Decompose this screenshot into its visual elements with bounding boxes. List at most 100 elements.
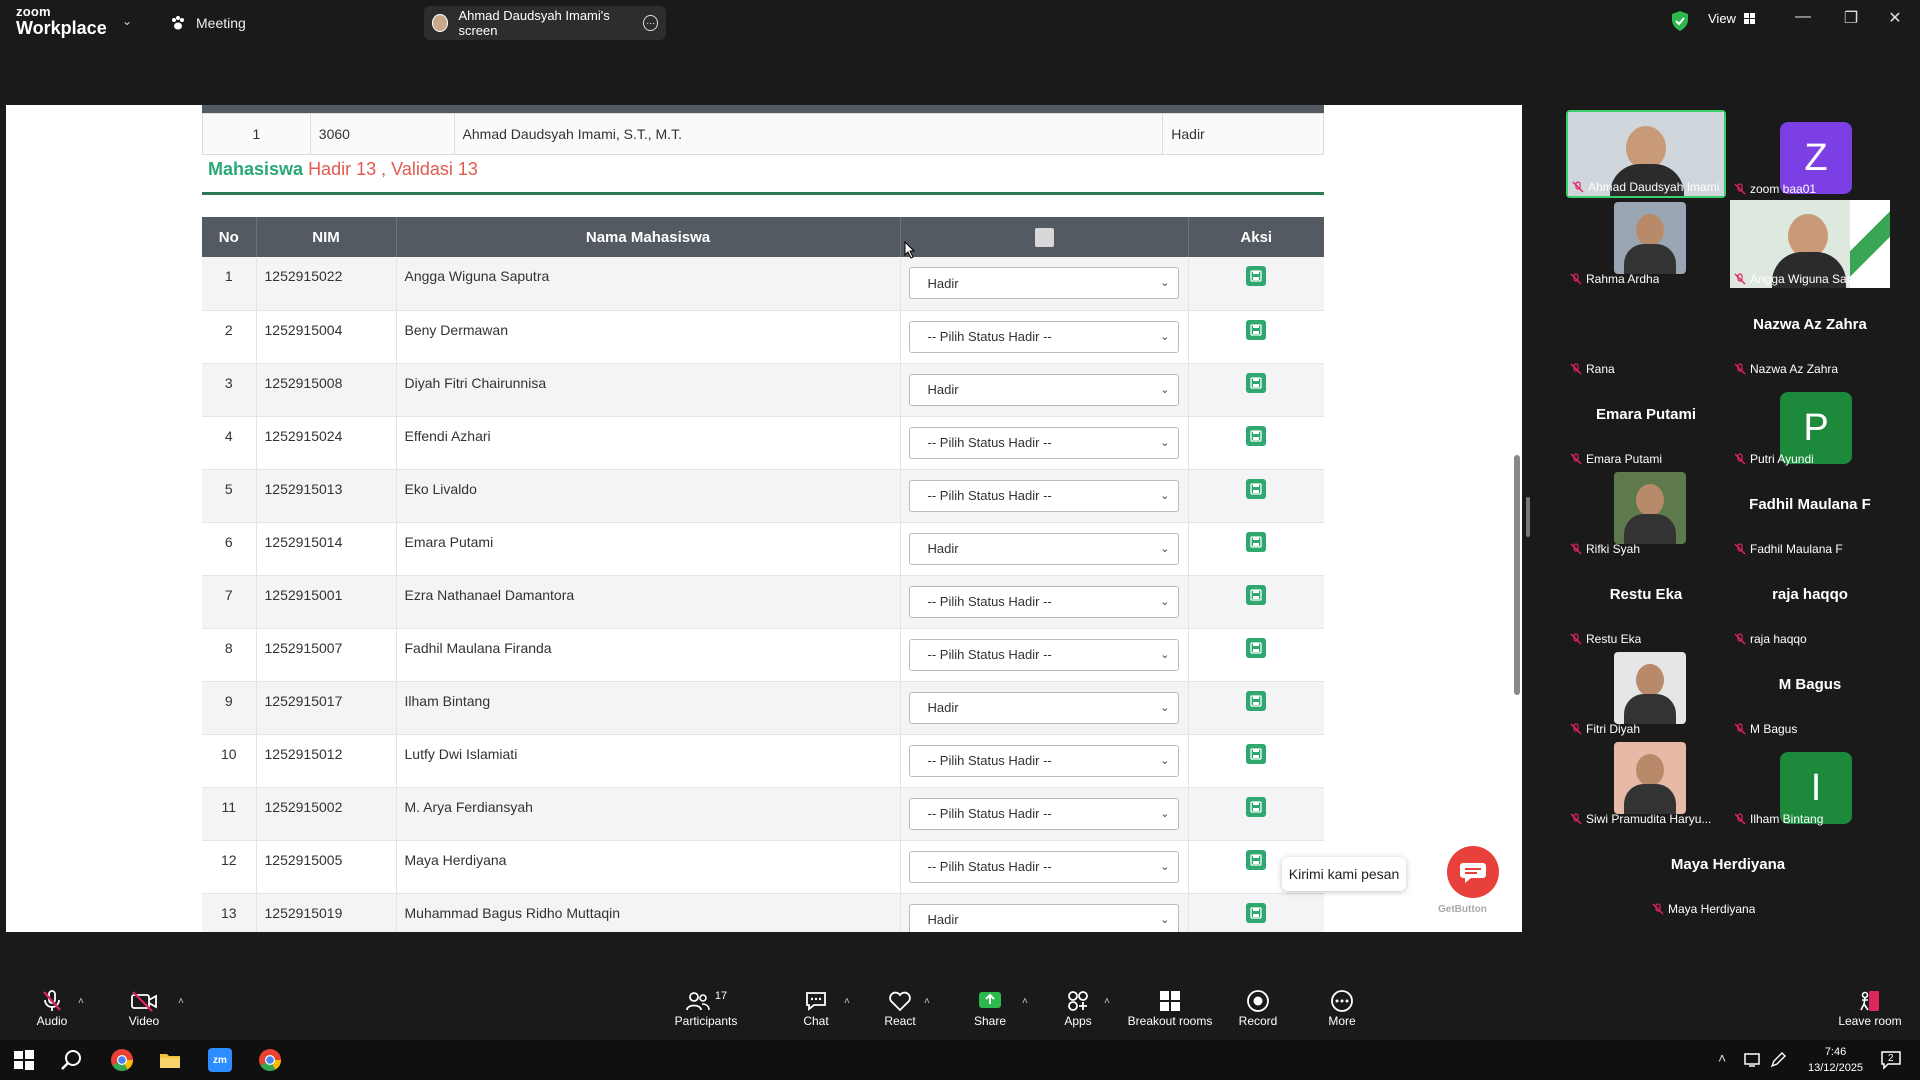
participant-tile[interactable]: Fitri Diyah — [1566, 650, 1726, 738]
react-options-chevron-icon[interactable]: ˄ — [924, 996, 930, 1007]
save-button[interactable] — [1246, 531, 1267, 552]
participant-tile[interactable]: raja haqqo raja haqqo — [1730, 560, 1890, 648]
participant-tile[interactable]: Siwi Pramudita Haryu... — [1566, 740, 1726, 828]
participant-tile[interactable]: Restu Eka Restu Eka — [1566, 560, 1726, 648]
zoom-workplace-logo[interactable]: zoom Workplace — [16, 5, 107, 37]
chat-options-chevron-icon[interactable]: ˄ — [844, 996, 850, 1007]
save-button[interactable] — [1246, 796, 1267, 817]
status-select[interactable]: -- Pilih Status Hadir -- ⌄ — [908, 426, 1179, 459]
split-resize-handle[interactable] — [1526, 497, 1530, 537]
status-select[interactable]: -- Pilih Status Hadir -- ⌄ — [908, 744, 1179, 777]
save-button[interactable] — [1246, 478, 1267, 499]
notification-center[interactable]: 2 — [1880, 1050, 1902, 1070]
system-clock[interactable]: 7:46 13/12/2025 — [1808, 1044, 1863, 1076]
react-button[interactable]: React — [860, 988, 940, 1028]
save-button[interactable] — [1246, 743, 1267, 764]
search-icon[interactable] — [60, 1048, 84, 1072]
save-button[interactable] — [1246, 372, 1267, 393]
mic-off-icon — [1734, 723, 1746, 735]
participant-tile[interactable]: Rifki Syah — [1566, 470, 1726, 558]
save-button[interactable] — [1246, 319, 1267, 340]
shield-icon[interactable] — [1670, 10, 1690, 32]
participant-tile[interactable]: P Putri Ayundi — [1730, 380, 1890, 468]
chrome-icon[interactable] — [110, 1048, 134, 1072]
view-button[interactable]: View — [1708, 11, 1755, 26]
restore-icon[interactable]: ❐ — [1836, 8, 1866, 28]
status-select[interactable]: Hadir ⌄ — [908, 903, 1179, 932]
minimize-icon[interactable]: — — [1788, 8, 1818, 26]
file-explorer-icon[interactable] — [158, 1048, 182, 1072]
row-no: 13 — [202, 893, 257, 932]
shared-scrollbar[interactable] — [1514, 455, 1520, 695]
video-button[interactable]: Video — [104, 988, 184, 1028]
apps-options-chevron-icon[interactable]: ˄ — [1104, 996, 1110, 1007]
participant-tile[interactable]: Angga Wiguna Saputra — [1730, 200, 1890, 288]
status-select[interactable]: Hadir ⌄ — [908, 691, 1179, 724]
record-button[interactable]: Record — [1218, 988, 1298, 1028]
status-select[interactable]: -- Pilih Status Hadir -- ⌄ — [908, 585, 1179, 618]
participant-tile[interactable]: Ahmad Daudsyah Imami — [1566, 110, 1726, 198]
row-action-cell — [1188, 257, 1324, 311]
network-icon[interactable] — [1744, 1052, 1762, 1068]
participant-tile[interactable]: Emara Putami Emara Putami — [1566, 380, 1726, 468]
more-options-icon[interactable]: ··· — [643, 15, 658, 31]
chrome-icon[interactable] — [258, 1048, 282, 1072]
tab-meeting[interactable]: Meeting — [170, 0, 246, 45]
participants-button[interactable]: 17 Participants — [666, 988, 746, 1028]
leave-room-button[interactable]: Leave room — [1830, 988, 1910, 1028]
save-icon — [1250, 429, 1262, 442]
save-button[interactable] — [1246, 584, 1267, 605]
save-button[interactable] — [1246, 902, 1267, 923]
tray-chevron-icon[interactable]: ˄ — [1718, 1050, 1726, 1066]
apps-icon — [1068, 991, 1088, 1011]
record-icon — [1247, 990, 1269, 1012]
participant-tile[interactable]: Nazwa Az Zahra Nazwa Az Zahra — [1730, 290, 1890, 378]
audio-button[interactable]: Audio — [12, 988, 92, 1028]
pen-tray-icon[interactable] — [1770, 1052, 1788, 1068]
mic-off-icon — [1734, 543, 1746, 555]
status-select[interactable]: -- Pilih Status Hadir -- ⌄ — [908, 638, 1179, 671]
row-action-cell — [1188, 681, 1324, 735]
zoom-app: zoom Workplace ⌄ Meeting Ahmad Daudsyah … — [0, 0, 1920, 1080]
share-button[interactable]: Share — [950, 988, 1030, 1028]
participant-name: Nazwa Az Zahra — [1750, 362, 1839, 376]
status-select[interactable]: Hadir ⌄ — [908, 373, 1179, 406]
status-select[interactable]: -- Pilih Status Hadir -- ⌄ — [908, 320, 1179, 353]
participant-tile[interactable]: I Ilham Bintang — [1730, 740, 1890, 828]
chat-widget-label[interactable]: Kirimi kami pesan — [1282, 857, 1406, 891]
audio-options-chevron-icon[interactable]: ˄ — [78, 996, 84, 1007]
participant-tile[interactable]: Zzoom baa01 — [1730, 110, 1890, 198]
save-button[interactable] — [1246, 690, 1267, 711]
video-options-chevron-icon[interactable]: ˄ — [178, 996, 184, 1007]
row-student-name: M. Arya Ferdiansyah — [396, 787, 901, 841]
status-select[interactable]: -- Pilih Status Hadir -- ⌄ — [908, 479, 1179, 512]
participant-tile[interactable]: Rana — [1566, 290, 1726, 378]
more-button[interactable]: More — [1302, 988, 1382, 1028]
save-button[interactable] — [1246, 266, 1267, 287]
save-button[interactable] — [1246, 425, 1267, 446]
chat-bubble-button[interactable] — [1447, 846, 1499, 898]
share-options-chevron-icon[interactable]: ˄ — [1022, 996, 1028, 1007]
participant-tile[interactable]: Rahma Ardha — [1566, 200, 1726, 288]
participant-tile[interactable]: Maya Herdiyana Maya Herdiyana — [1648, 830, 1808, 918]
shared-screen[interactable]: 1 3060 Ahmad Daudsyah Imami, S.T., M.T. … — [6, 105, 1522, 932]
tab-shared-screen[interactable]: Ahmad Daudsyah Imami's screen ··· — [424, 6, 666, 40]
participant-tile[interactable]: Fadhil Maulana F Fadhil Maulana F — [1730, 470, 1890, 558]
close-icon[interactable]: ✕ — [1880, 8, 1910, 28]
save-button[interactable] — [1246, 637, 1267, 658]
status-select[interactable]: Hadir ⌄ — [908, 267, 1179, 300]
zoom-taskbar-icon[interactable]: zm — [208, 1048, 232, 1072]
status-select-value: Hadir — [927, 275, 959, 291]
status-select[interactable]: -- Pilih Status Hadir -- ⌄ — [908, 850, 1179, 883]
save-button[interactable] — [1246, 849, 1267, 870]
windows-start-icon[interactable] — [12, 1048, 36, 1072]
status-select[interactable]: -- Pilih Status Hadir -- ⌄ — [908, 797, 1179, 830]
participant-tile[interactable]: M Bagus M Bagus — [1730, 650, 1890, 738]
save-icon — [1250, 906, 1262, 919]
status-select[interactable]: Hadir ⌄ — [908, 532, 1179, 565]
chat-button[interactable]: Chat — [776, 988, 856, 1028]
chevron-down-icon[interactable]: ⌄ — [122, 14, 132, 28]
select-all-checkbox[interactable] — [1034, 227, 1054, 247]
breakout-rooms-button[interactable]: Breakout rooms — [1126, 988, 1214, 1028]
apps-button[interactable]: Apps — [1038, 988, 1118, 1028]
